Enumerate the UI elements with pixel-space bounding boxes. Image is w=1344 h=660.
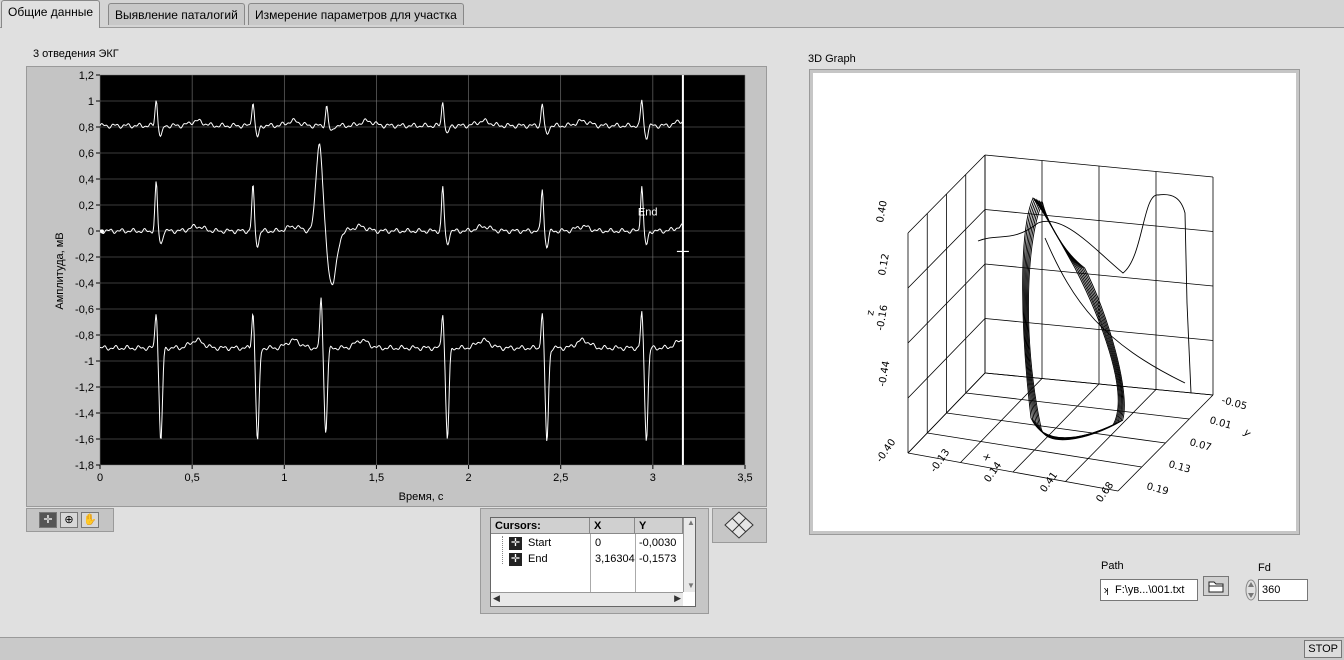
cursor-mover[interactable] bbox=[712, 508, 767, 543]
tab-segment-parameters[interactable]: Измерение параметров для участка bbox=[248, 3, 464, 25]
tab-pathology-detection[interactable]: Выявление паталогий bbox=[108, 3, 245, 25]
y-tick-label: -1,4 bbox=[75, 408, 94, 420]
y-tick-label: -0,4 bbox=[75, 278, 94, 290]
cursor-table: Cursors: X Y ▲ ▼ ✛ Start 0 -0,0030 ✛ End… bbox=[490, 517, 696, 607]
x-tick-label: 3,5 bbox=[737, 472, 752, 484]
pan-hand-icon[interactable]: ✋ bbox=[81, 512, 99, 528]
y-tick-label: -0,2 bbox=[75, 252, 94, 264]
x-tick-label-3d: 0.68 bbox=[1094, 480, 1116, 505]
x-tick-label-3d: 0.41 bbox=[1038, 470, 1060, 495]
cursor-y-value: -0,0030 bbox=[639, 537, 677, 549]
tab-panel: 3 отведения ЭКГ 1,2 1 0,8 0,6 0,4 0,2 0 -0,2 -0,… bbox=[0, 27, 1344, 637]
scroll-right-icon[interactable]: ▶ bbox=[674, 593, 681, 604]
x-tick-label-3d: 0.14 bbox=[982, 460, 1004, 485]
y-tick-label: -1,8 bbox=[75, 460, 94, 472]
bottom-bar: STOP bbox=[0, 637, 1344, 660]
spinner-arrows-icon[interactable] bbox=[1245, 579, 1257, 601]
path-type-icon: ʞ bbox=[1104, 585, 1109, 595]
graph-palette: ✛ ⊕ ✋ bbox=[26, 508, 114, 532]
fd-label: Fd bbox=[1258, 562, 1271, 574]
crosshair-icon: ✛ bbox=[509, 537, 522, 550]
ecg-chart-svg[interactable]: 1,2 1 0,8 0,6 0,4 0,2 0 -0,2 -0,4 -0,6 -0,8 -1 -1,2 -… bbox=[27, 67, 768, 508]
x-tick-label-3d: -0.13 bbox=[928, 447, 952, 475]
y-axis-label-3d: y bbox=[1241, 427, 1253, 439]
cursor-tool-icon[interactable]: ✛ bbox=[39, 512, 57, 528]
y-tick-label: -0,6 bbox=[75, 304, 94, 316]
graph3d-svg[interactable]: 0.40 0.12 -0.16 -0.44 -0.40 -0.13 0.14 0.41 0.68… bbox=[813, 73, 1296, 531]
x-tick-label: 0,5 bbox=[184, 472, 199, 484]
x-tick-label: 2 bbox=[466, 472, 472, 484]
graph3d-plot[interactable]: 0.40 0.12 -0.16 -0.44 -0.40 -0.13 0.14 0.41 0.68… bbox=[813, 73, 1296, 531]
path-label: Path bbox=[1101, 560, 1124, 572]
y-tick-label: -1,2 bbox=[75, 382, 94, 394]
x-tick-label: 1,5 bbox=[369, 472, 384, 484]
y-tick-label: -1,6 bbox=[75, 434, 94, 446]
y-axis-label: Амплитуда, мВ bbox=[54, 232, 66, 309]
y-tick-label-3d: 0.13 bbox=[1167, 459, 1191, 475]
y-tick-label-3d: -0.05 bbox=[1220, 395, 1248, 412]
tab-general-data[interactable]: Общие данные bbox=[1, 0, 101, 28]
z-tick-label: 0.12 bbox=[877, 253, 892, 277]
trajectory-loop bbox=[1027, 201, 1125, 441]
y-tick-label: 0 bbox=[88, 226, 94, 238]
x-tick-label-3d: -0.40 bbox=[874, 437, 898, 465]
graph3d-title: 3D Graph bbox=[808, 53, 856, 65]
zoom-tool-icon[interactable]: ⊕ bbox=[60, 512, 78, 528]
graph3d-frame: 0.40 0.12 -0.16 -0.44 -0.40 -0.13 0.14 0.41 0.68… bbox=[809, 69, 1300, 535]
trajectory-loop bbox=[1025, 199, 1122, 440]
scroll-down-icon[interactable]: ▼ bbox=[684, 581, 695, 590]
tab-bar: Общие данные Выявление паталогий Измерен… bbox=[0, 0, 1344, 28]
z-tick-label: 0.40 bbox=[875, 200, 890, 224]
x-axis-label: Время, с bbox=[399, 491, 444, 503]
x-tick-label: 2,5 bbox=[553, 472, 568, 484]
x-tick-label: 3 bbox=[650, 472, 656, 484]
fd-increment-decrement[interactable] bbox=[1245, 579, 1257, 601]
cursors-header: Cursors: bbox=[491, 518, 590, 534]
cursor-x-value: 3,16304 bbox=[595, 553, 635, 565]
y-tick-label: 0,2 bbox=[79, 200, 94, 212]
y-tick-label-3d: 0.19 bbox=[1145, 481, 1169, 497]
y-tick-label: 1,2 bbox=[79, 70, 94, 82]
y-tick-label: 0,4 bbox=[79, 174, 94, 186]
x-tick-label: 0 bbox=[97, 472, 103, 484]
trajectory-loop bbox=[1026, 200, 1123, 440]
horizontal-scrollbar[interactable]: ◀ ▶ bbox=[491, 592, 683, 606]
path-input[interactable]: ʞ F:\ув...\001.txt bbox=[1100, 579, 1198, 601]
ecg-waveform-graph: 1,2 1 0,8 0,6 0,4 0,2 0 -0,2 -0,4 -0,6 -0,8 -1 -1,2 -… bbox=[26, 66, 767, 507]
y-tick-label-3d: 0.01 bbox=[1208, 415, 1232, 431]
cursor-y-value: -0,1573 bbox=[639, 553, 677, 565]
y-header: Y bbox=[635, 518, 683, 534]
y-tick-label: 0,8 bbox=[79, 122, 94, 134]
fd-input[interactable]: 360 bbox=[1258, 579, 1308, 601]
cursor-name: End bbox=[528, 553, 548, 565]
browse-button[interactable] bbox=[1203, 576, 1229, 596]
end-cursor-label: End bbox=[638, 206, 658, 218]
ecg-graph-title: 3 отведения ЭКГ bbox=[33, 48, 119, 60]
vertical-scrollbar[interactable]: ▲ ▼ bbox=[683, 518, 695, 592]
z-axis-label: z bbox=[865, 309, 877, 316]
y-tick-label: -0,8 bbox=[75, 330, 94, 342]
z-tick-label: -0.16 bbox=[875, 304, 890, 331]
start-cursor-marker bbox=[100, 229, 104, 234]
cursor-name: Start bbox=[528, 537, 552, 549]
y-tick-label: -1 bbox=[84, 356, 94, 368]
crosshair-icon: ✛ bbox=[509, 553, 522, 566]
y-tick-label: 0,6 bbox=[79, 148, 94, 160]
x-axis-label-3d: x bbox=[980, 452, 993, 463]
scroll-left-icon[interactable]: ◀ bbox=[493, 593, 500, 604]
cursor-x-value: 0 bbox=[595, 537, 602, 549]
stop-button[interactable]: STOP bbox=[1304, 640, 1342, 658]
cursor-legend: Cursors: X Y ▲ ▼ ✛ Start 0 -0,0030 ✛ End… bbox=[480, 508, 709, 614]
cursor-mover-icon[interactable] bbox=[713, 509, 766, 542]
z-tick-label: -0.44 bbox=[877, 360, 892, 387]
path-value: F:\ув...\001.txt bbox=[1115, 584, 1185, 596]
scroll-up-icon[interactable]: ▲ bbox=[684, 518, 695, 527]
y-tick-label-3d: 0.07 bbox=[1188, 437, 1212, 453]
trajectory-outlier bbox=[977, 194, 1192, 394]
y-tick-label: 1 bbox=[88, 96, 94, 108]
folder-icon bbox=[1208, 581, 1224, 593]
x-header: X bbox=[590, 518, 635, 534]
x-tick-label: 1 bbox=[281, 472, 287, 484]
